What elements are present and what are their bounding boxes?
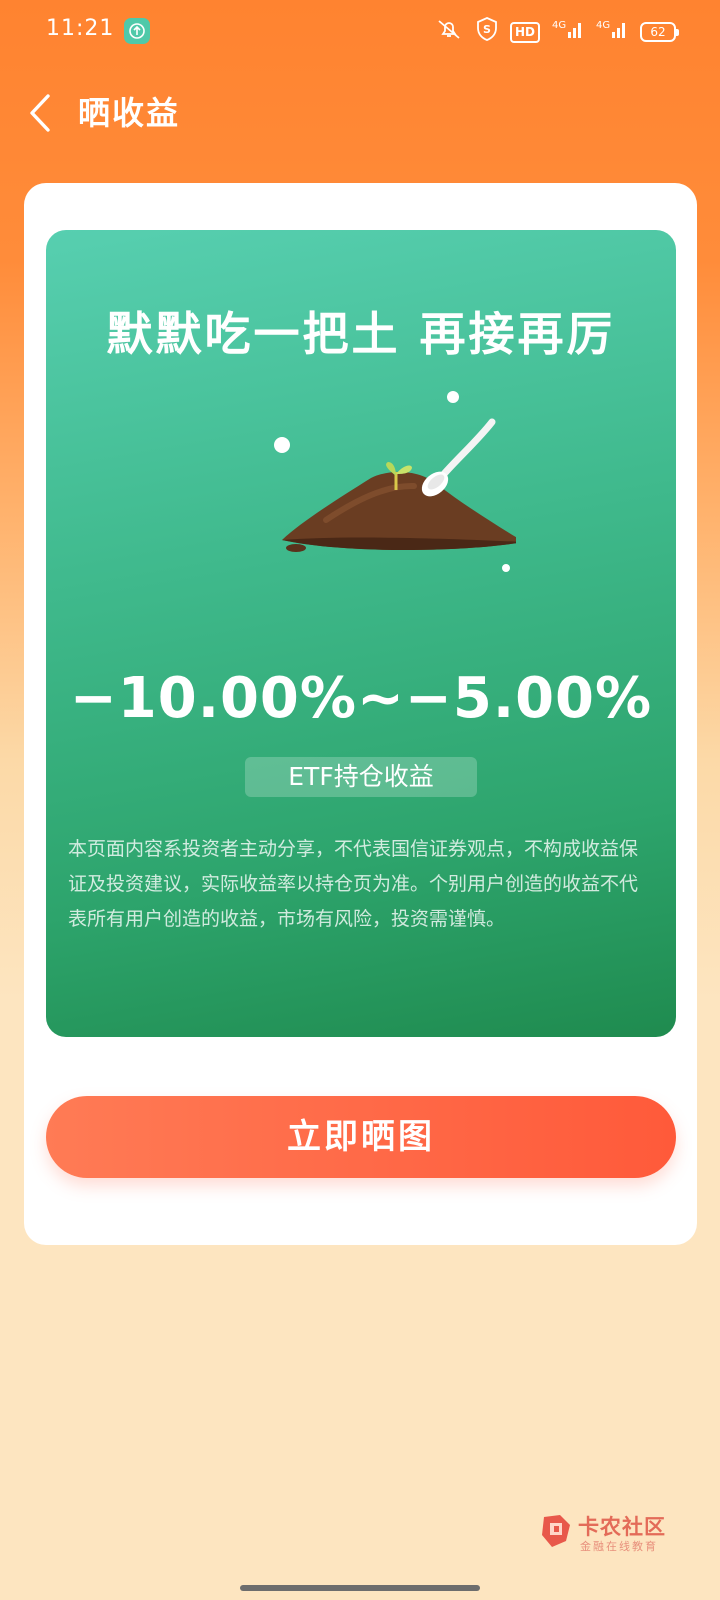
battery-icon: 62: [640, 22, 679, 42]
share-now-button[interactable]: 立即晒图: [46, 1096, 676, 1178]
share-card: 默默吃一把土 再接再厉 −10.00%~−5.00% ETF持仓收益 本页面内容…: [46, 230, 676, 1037]
share-panel: 默默吃一把土 再接再厉 −10.00%~−5.00% ETF持仓收益 本页面内容…: [24, 183, 697, 1245]
signal-icon-2: 4G: [596, 18, 628, 46]
svg-text:4G: 4G: [596, 20, 610, 31]
dirt-pile-illustration: [274, 391, 516, 572]
return-range: −10.00%~−5.00%: [69, 666, 653, 731]
disclaimer-text: 本页面内容系投资者主动分享，不代表国信证券观点，不构成收益保证及投资建议，实际收…: [68, 838, 639, 930]
kanong-logo-icon: [542, 1515, 570, 1547]
return-type-badge: ETF持仓收益: [245, 757, 477, 797]
chevron-left-icon: [30, 94, 50, 132]
home-indicator[interactable]: [240, 1585, 480, 1591]
page-title: 晒收益: [78, 94, 181, 132]
status-time: 11:21: [46, 16, 115, 41]
app-header: 晒收益: [0, 78, 720, 148]
svg-text:4G: 4G: [552, 20, 566, 31]
mute-bell-icon: [434, 18, 464, 46]
watermark-name: 卡农社区: [578, 1515, 666, 1539]
svg-text:S: S: [483, 23, 491, 36]
watermark: 卡农社区 金融在线教育: [540, 1509, 710, 1559]
back-button[interactable]: [24, 90, 60, 136]
upload-notification-icon: [124, 18, 150, 44]
signal-icon-1: 4G: [552, 18, 584, 46]
card-headline: 默默吃一把土 再接再厉: [106, 307, 616, 361]
status-icons: S HD 4G 4G 62: [434, 17, 679, 47]
hd-voice-icon: HD: [509, 21, 540, 43]
status-bar: 11:21 S HD 4G 4G 62: [0, 0, 720, 64]
shield-s-icon: S: [476, 17, 498, 47]
watermark-tagline: 金融在线教育: [580, 1540, 658, 1553]
